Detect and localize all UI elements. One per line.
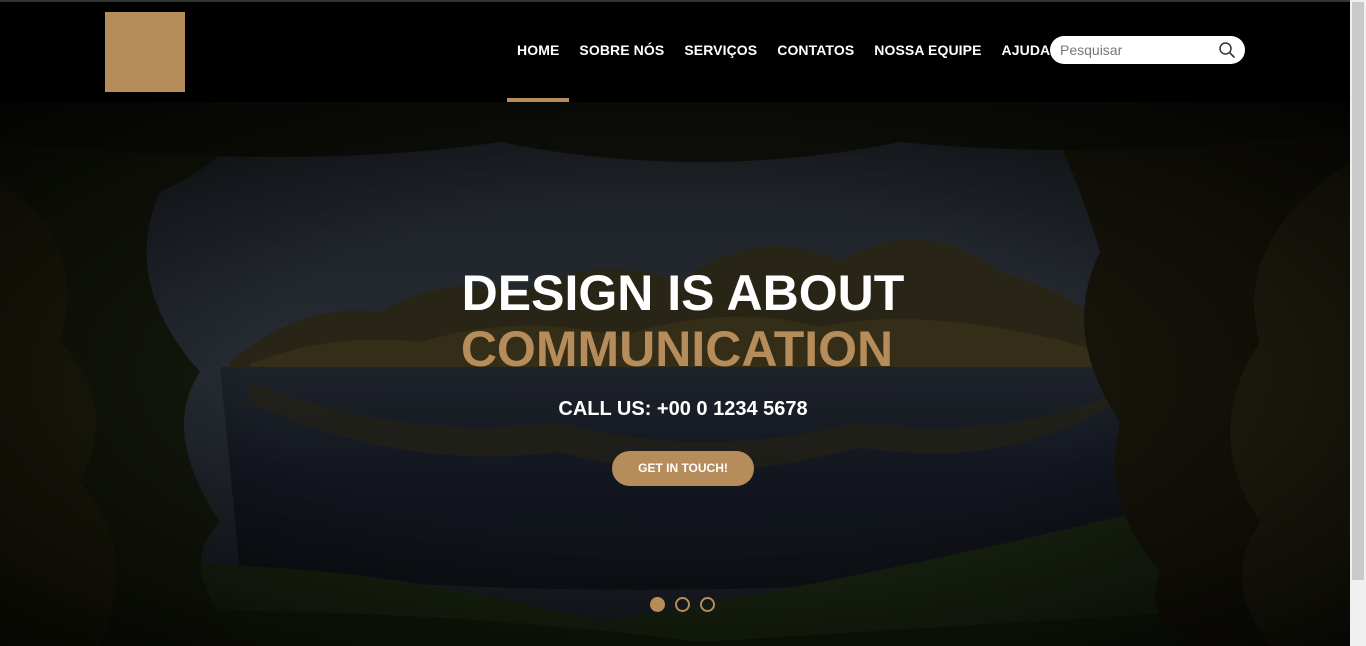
slider-dot-1[interactable]: [650, 597, 665, 612]
hero-headline: DESIGN IS ABOUT: [461, 265, 905, 321]
nav-item-contatos[interactable]: CONTATOS: [767, 2, 864, 102]
search-input[interactable]: [1060, 40, 1210, 60]
nav-item-sobre-nos[interactable]: SOBRE NÓS: [569, 2, 674, 102]
main-nav: HOME SOBRE NÓS SERVIÇOS CONTATOS NOSSA E…: [507, 2, 1060, 102]
get-in-touch-button[interactable]: GET IN TOUCH!: [612, 451, 754, 486]
slider-dot-3[interactable]: [700, 597, 715, 612]
hero-slider: DESIGN IS ABOUT COMMUNICATION CALL US: +…: [0, 102, 1350, 646]
hero-headline-accent: COMMUNICATION: [460, 321, 894, 377]
search-icon[interactable]: [1218, 41, 1236, 59]
scrollbar-thumb[interactable]: [1352, 2, 1364, 580]
slider-dots: [650, 597, 715, 612]
site-header: HOME SOBRE NÓS SERVIÇOS CONTATOS NOSSA E…: [0, 2, 1350, 102]
page: HOME SOBRE NÓS SERVIÇOS CONTATOS NOSSA E…: [0, 0, 1366, 646]
slider-dot-2[interactable]: [675, 597, 690, 612]
site-logo[interactable]: [105, 12, 185, 92]
nav-item-home[interactable]: HOME: [507, 2, 570, 102]
nav-item-servicos[interactable]: SERVIÇOS: [674, 2, 767, 102]
hero-call-us: CALL US: +00 0 1234 5678: [558, 398, 808, 420]
search-box: [1050, 36, 1245, 64]
nav-item-nossa-equipe[interactable]: NOSSA EQUIPE: [864, 2, 991, 102]
